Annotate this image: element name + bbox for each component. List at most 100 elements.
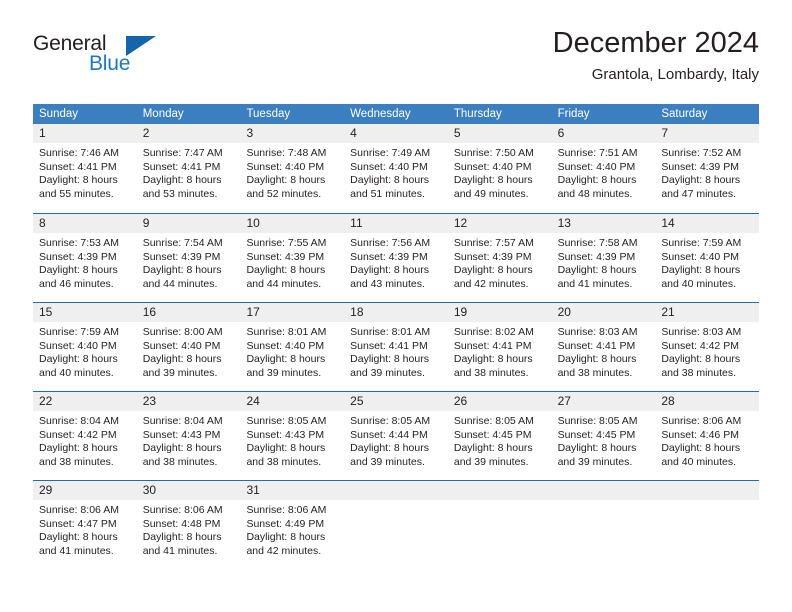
day-cell[interactable]: 31 Sunrise: 8:06 AM Sunset: 4:49 PM Dayl… xyxy=(240,481,345,569)
daylight-text-line2: and 38 minutes. xyxy=(142,455,218,468)
day-cell[interactable]: 18 Sunrise: 8:01 AM Sunset: 4:41 PM Dayl… xyxy=(344,303,448,391)
day-number: 16 xyxy=(136,303,241,322)
day-cell[interactable]: 26 Sunrise: 8:05 AM Sunset: 4:45 PM Dayl… xyxy=(447,392,552,480)
daylight-text-line2: and 41 minutes. xyxy=(142,544,218,557)
day-cell[interactable]: 15 Sunrise: 7:59 AM Sunset: 4:40 PM Dayl… xyxy=(33,303,137,391)
daylight-text-line2: and 38 minutes. xyxy=(661,366,737,379)
sunset-text: Sunset: 4:40 PM xyxy=(557,160,636,173)
day-number: 26 xyxy=(447,392,552,411)
day-cell-empty xyxy=(551,481,656,569)
daylight-text-line2: and 38 minutes. xyxy=(39,455,114,468)
day-cell[interactable]: 28 Sunrise: 8:06 AM Sunset: 4:46 PM Dayl… xyxy=(655,392,760,480)
daylight-text-line1: Daylight: 8 hours xyxy=(453,174,533,186)
day-cell[interactable]: 24 Sunrise: 8:05 AM Sunset: 4:43 PM Dayl… xyxy=(240,392,345,480)
day-cell[interactable]: 4 Sunrise: 7:49 AM Sunset: 4:40 PM Dayli… xyxy=(344,124,448,213)
daylight-text-line1: Daylight: 8 hours xyxy=(142,174,222,186)
sunrise-text: Sunrise: 7:49 AM xyxy=(350,147,431,159)
day-cell[interactable]: 8 Sunrise: 7:53 AM Sunset: 4:39 PM Dayli… xyxy=(33,214,137,302)
sunset-text: Sunset: 4:40 PM xyxy=(39,339,117,352)
day-cell[interactable]: 13 Sunrise: 7:58 AM Sunset: 4:39 PM Dayl… xyxy=(551,214,656,302)
daylight-text-line1: Daylight: 8 hours xyxy=(39,442,118,454)
sunrise-text: Sunrise: 8:03 AM xyxy=(661,326,742,338)
day-cell[interactable]: 11 Sunrise: 7:56 AM Sunset: 4:39 PM Dayl… xyxy=(344,214,448,302)
day-details: Sunrise: 7:49 AM Sunset: 4:40 PM Dayligh… xyxy=(344,143,448,201)
day-cell[interactable]: 21 Sunrise: 8:03 AM Sunset: 4:42 PM Dayl… xyxy=(655,303,760,391)
daylight-text-line2: and 51 minutes. xyxy=(350,187,425,200)
day-cell[interactable]: 12 Sunrise: 7:57 AM Sunset: 4:39 PM Dayl… xyxy=(447,214,552,302)
sunrise-text: Sunrise: 7:54 AM xyxy=(142,237,223,249)
day-number: 24 xyxy=(240,392,345,411)
day-cell[interactable]: 3 Sunrise: 7:48 AM Sunset: 4:40 PM Dayli… xyxy=(240,124,345,213)
daylight-text-line1: Daylight: 8 hours xyxy=(142,353,222,365)
day-details: Sunrise: 8:05 AM Sunset: 4:45 PM Dayligh… xyxy=(552,411,656,469)
day-cell[interactable]: 1 Sunrise: 7:46 AM Sunset: 4:41 PM Dayli… xyxy=(33,124,137,213)
weekday-header-tuesday: Tuesday xyxy=(246,108,291,120)
daylight-text-line1: Daylight: 8 hours xyxy=(661,353,741,365)
daylight-text-line2: and 42 minutes. xyxy=(453,277,529,290)
day-cell[interactable]: 25 Sunrise: 8:05 AM Sunset: 4:44 PM Dayl… xyxy=(344,392,448,480)
day-cell[interactable]: 5 Sunrise: 7:50 AM Sunset: 4:40 PM Dayli… xyxy=(447,124,552,213)
daylight-text-line1: Daylight: 8 hours xyxy=(661,264,741,276)
day-cell[interactable]: 30 Sunrise: 8:06 AM Sunset: 4:48 PM Dayl… xyxy=(136,481,241,569)
daylight-text-line1: Daylight: 8 hours xyxy=(39,353,118,365)
day-number: 30 xyxy=(136,481,241,500)
day-details: Sunrise: 8:06 AM Sunset: 4:48 PM Dayligh… xyxy=(137,500,241,558)
day-cell[interactable]: 14 Sunrise: 7:59 AM Sunset: 4:40 PM Dayl… xyxy=(655,214,760,302)
day-cell[interactable]: 29 Sunrise: 8:06 AM Sunset: 4:47 PM Dayl… xyxy=(33,481,137,569)
day-cell[interactable]: 9 Sunrise: 7:54 AM Sunset: 4:39 PM Dayli… xyxy=(136,214,241,302)
day-details: Sunrise: 8:03 AM Sunset: 4:42 PM Dayligh… xyxy=(655,322,759,380)
sunrise-text: Sunrise: 7:46 AM xyxy=(39,147,119,159)
sunrise-text: Sunrise: 8:06 AM xyxy=(142,504,223,516)
general-blue-logo[interactable]: General Blue xyxy=(33,32,173,88)
sunrise-text: Sunrise: 7:58 AM xyxy=(557,237,638,249)
sunset-text: Sunset: 4:39 PM xyxy=(661,160,739,173)
day-cell[interactable]: 22 Sunrise: 8:04 AM Sunset: 4:42 PM Dayl… xyxy=(33,392,137,480)
day-number: 15 xyxy=(33,303,137,322)
daylight-text-line1: Daylight: 8 hours xyxy=(246,531,326,543)
sunset-text: Sunset: 4:39 PM xyxy=(246,250,325,263)
day-number: 29 xyxy=(33,481,137,500)
day-cell[interactable]: 7 Sunrise: 7:52 AM Sunset: 4:39 PM Dayli… xyxy=(655,124,760,213)
day-details: Sunrise: 8:05 AM Sunset: 4:45 PM Dayligh… xyxy=(448,411,552,469)
day-number: 21 xyxy=(655,303,760,322)
daylight-text-line2: and 39 minutes. xyxy=(453,455,529,468)
day-number: 20 xyxy=(551,303,656,322)
day-cell[interactable]: 10 Sunrise: 7:55 AM Sunset: 4:39 PM Dayl… xyxy=(240,214,345,302)
day-cell[interactable]: 2 Sunrise: 7:47 AM Sunset: 4:41 PM Dayli… xyxy=(136,124,241,213)
day-details: Sunrise: 7:51 AM Sunset: 4:40 PM Dayligh… xyxy=(552,143,656,201)
week-row: 29 Sunrise: 8:06 AM Sunset: 4:47 PM Dayl… xyxy=(33,480,760,569)
daylight-text-line2: and 38 minutes. xyxy=(557,366,633,379)
day-cell[interactable]: 16 Sunrise: 8:00 AM Sunset: 4:40 PM Dayl… xyxy=(136,303,241,391)
daylight-text-line1: Daylight: 8 hours xyxy=(557,353,637,365)
sunset-text: Sunset: 4:40 PM xyxy=(661,250,739,263)
sunrise-text: Sunrise: 8:01 AM xyxy=(350,326,431,338)
sunrise-text: Sunrise: 8:05 AM xyxy=(557,415,638,427)
day-number: 8 xyxy=(33,214,137,233)
daylight-text-line1: Daylight: 8 hours xyxy=(350,442,429,454)
day-cell[interactable]: 27 Sunrise: 8:05 AM Sunset: 4:45 PM Dayl… xyxy=(551,392,656,480)
daylight-text-line2: and 39 minutes. xyxy=(350,366,425,379)
day-cell[interactable]: 19 Sunrise: 8:02 AM Sunset: 4:41 PM Dayl… xyxy=(447,303,552,391)
day-details: Sunrise: 8:06 AM Sunset: 4:46 PM Dayligh… xyxy=(655,411,759,469)
weekday-header-wednesday: Wednesday xyxy=(350,108,411,120)
day-cell[interactable]: 23 Sunrise: 8:04 AM Sunset: 4:43 PM Dayl… xyxy=(136,392,241,480)
daylight-text-line1: Daylight: 8 hours xyxy=(39,174,118,186)
day-number: 28 xyxy=(655,392,760,411)
day-details: Sunrise: 7:55 AM Sunset: 4:39 PM Dayligh… xyxy=(240,233,344,291)
sunrise-text: Sunrise: 7:52 AM xyxy=(661,147,742,159)
sunrise-text: Sunrise: 7:55 AM xyxy=(246,237,327,249)
sunset-text: Sunset: 4:40 PM xyxy=(246,160,325,173)
day-cell[interactable]: 20 Sunrise: 8:03 AM Sunset: 4:41 PM Dayl… xyxy=(551,303,656,391)
day-cell[interactable]: 17 Sunrise: 8:01 AM Sunset: 4:40 PM Dayl… xyxy=(240,303,345,391)
sunset-text: Sunset: 4:42 PM xyxy=(39,428,117,441)
sunset-text: Sunset: 4:45 PM xyxy=(453,428,532,441)
day-cell[interactable]: 6 Sunrise: 7:51 AM Sunset: 4:40 PM Dayli… xyxy=(551,124,656,213)
day-number: 13 xyxy=(551,214,656,233)
sunrise-text: Sunrise: 8:05 AM xyxy=(350,415,431,427)
sunset-text: Sunset: 4:41 PM xyxy=(453,339,532,352)
day-details: Sunrise: 7:54 AM Sunset: 4:39 PM Dayligh… xyxy=(137,233,241,291)
sunrise-text: Sunrise: 8:00 AM xyxy=(142,326,223,338)
sunset-text: Sunset: 4:39 PM xyxy=(453,250,532,263)
daylight-text-line1: Daylight: 8 hours xyxy=(661,442,741,454)
calendar-grid: Sunday Monday Tuesday Wednesday Thursday… xyxy=(33,104,760,569)
